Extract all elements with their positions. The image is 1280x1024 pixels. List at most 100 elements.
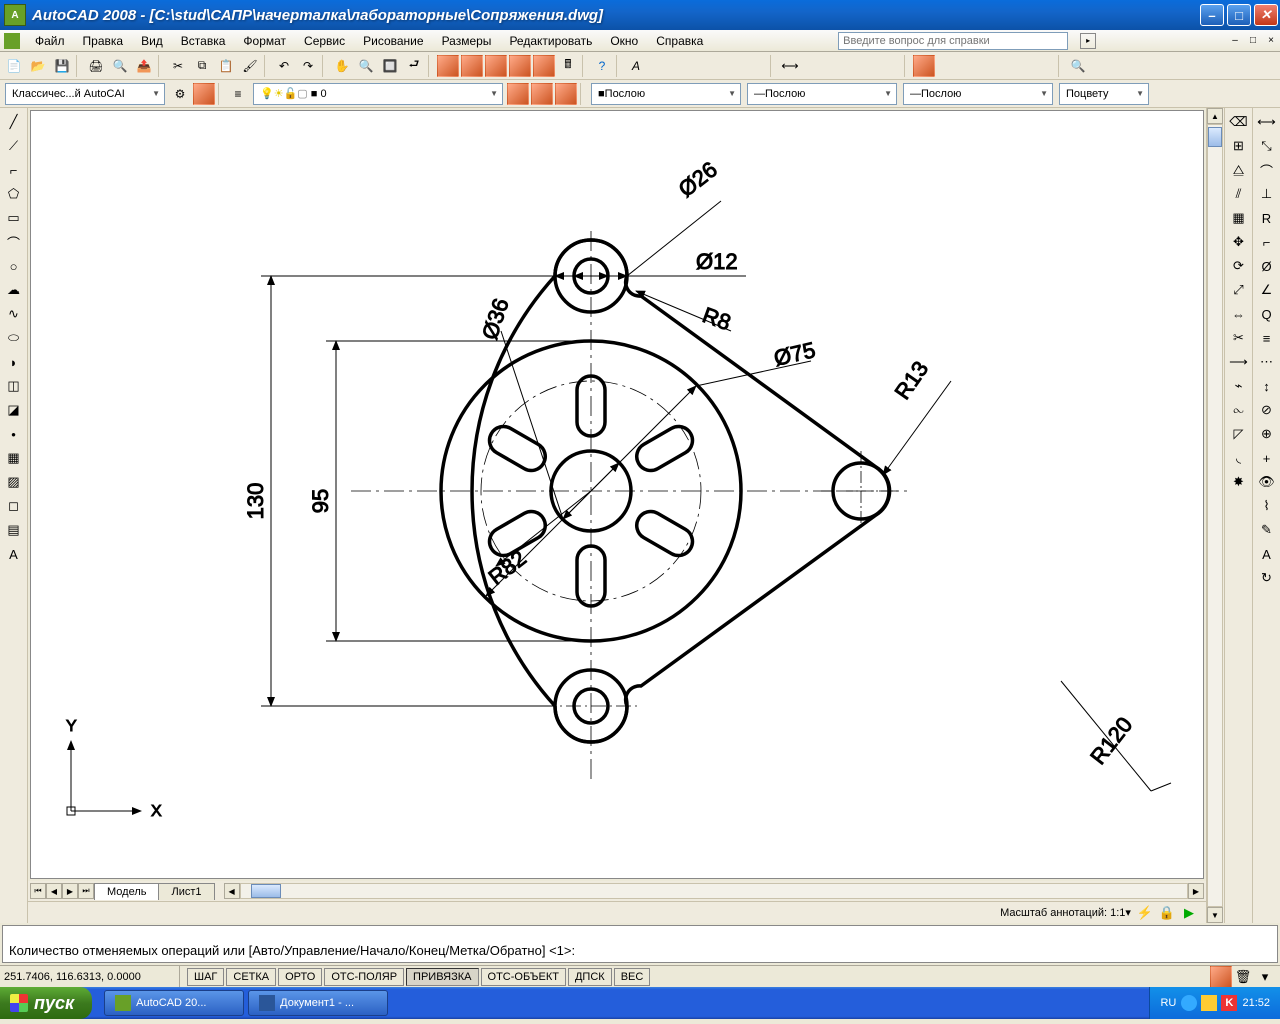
center-mark-icon[interactable]: + [1256,447,1278,469]
clock[interactable]: 21:52 [1242,997,1270,1009]
plotstyle-dropdown[interactable]: Поцвету▼ [1059,83,1149,105]
status-toggle-орто[interactable]: ОРТО [278,968,322,986]
pan-icon[interactable]: ✋ [331,55,353,77]
vscroll-down-icon[interactable]: ▼ [1207,907,1223,923]
erase-icon[interactable]: ⌫ [1228,111,1250,133]
command-line[interactable]: Количество отменяемых операций или [Авто… [2,925,1278,963]
print-icon[interactable]: 🖨 [85,55,107,77]
workspace-settings-icon[interactable]: ⚙ [169,83,191,105]
close-button[interactable]: ✕ [1254,4,1278,26]
doc-close-button[interactable]: × [1263,33,1279,49]
point-icon[interactable]: • [3,423,25,445]
revcloud-icon[interactable]: ☁ [3,279,25,301]
status-tray-icon[interactable] [1210,966,1232,988]
tolerance-icon[interactable]: ⊕ [1256,423,1278,445]
dim-break-icon[interactable]: ⊘ [1256,399,1278,421]
polygon-icon[interactable]: ⬠ [3,183,25,205]
doc-maximize-button[interactable]: □ [1245,33,1261,49]
start-button[interactable]: пуск [0,987,92,1019]
status-clean-icon[interactable]: 🗑 [1232,966,1254,988]
language-indicator[interactable]: RU [1160,997,1176,1009]
dim-baseline-icon[interactable]: ≡ [1256,327,1278,349]
coordinates-display[interactable]: 251.7406, 116.6313, 0.0000 [0,966,180,987]
minimize-button[interactable]: – [1200,4,1224,26]
publish-icon[interactable]: 📤 [133,55,155,77]
stretch-icon[interactable]: ⇔ [1228,303,1250,325]
dim-linear-icon[interactable]: ⟷ [1256,111,1278,133]
dim-continue-icon[interactable]: ⋯ [1256,351,1278,373]
extend-icon[interactable]: ⟶ [1228,351,1250,373]
new-icon[interactable]: 📄 [3,55,25,77]
anno-scale-value[interactable]: 1:1 [1110,907,1125,919]
status-toggle-вес[interactable]: ВЕС [614,968,651,986]
ellipse-icon[interactable]: ⬭ [3,327,25,349]
tab-model[interactable]: Модель [94,883,159,900]
paste-icon[interactable]: 📋 [215,55,237,77]
dim-space-icon[interactable]: ↕ [1256,375,1278,397]
rectangle-icon[interactable]: ▭ [3,207,25,229]
zoom-prev-icon[interactable]: ⮐ [403,55,425,77]
hscroll-thumb[interactable] [251,884,281,898]
explode-icon[interactable]: ✸ [1228,471,1250,493]
dim-quick-icon[interactable]: Q [1256,303,1278,325]
help-icon[interactable]: ? [591,55,613,77]
tab-sheet1[interactable]: Лист1 [158,883,214,900]
fillet-icon[interactable]: ◟ [1228,447,1250,469]
search-go-icon[interactable]: ▸ [1080,33,1096,49]
arc-icon[interactable]: ⌒ [3,231,25,253]
zoom-realtime-icon[interactable]: 🔍 [355,55,377,77]
dim-arc-icon[interactable]: ⌒ [1256,159,1278,181]
dim-diameter-icon[interactable]: Ø [1256,255,1278,277]
array-icon[interactable]: ▦ [1228,207,1250,229]
offset-icon[interactable]: ⫽ [1228,183,1250,205]
block-make-icon[interactable]: ◪ [3,399,25,421]
dim-tedit-icon[interactable]: A [1256,543,1278,565]
mtext-icon[interactable]: A [3,543,25,565]
copy-obj-icon[interactable]: ⊞ [1228,135,1250,157]
status-toggle-отс-объект[interactable]: ОТС-ОБЪЕКТ [481,968,566,986]
vscroll-thumb[interactable] [1208,127,1222,147]
dim-update-icon[interactable]: ↻ [1256,567,1278,589]
status-menu-icon[interactable]: ▾ [1254,966,1276,988]
menu-dimension[interactable]: Размеры [433,32,501,50]
tab-nav-last-icon[interactable]: ⏭ [78,883,94,899]
layer-iso-icon[interactable] [555,83,577,105]
cut-icon[interactable]: ✂ [167,55,189,77]
ellipse-arc-icon[interactable]: ◗ [3,351,25,373]
anno-visibility-icon[interactable]: ⚡ [1134,902,1156,924]
dim-ordinate-icon[interactable]: ⊥ [1256,183,1278,205]
drawing-canvas[interactable]: X Y [30,110,1204,879]
sheet-set-icon[interactable] [509,55,531,77]
redo-icon[interactable]: ↷ [297,55,319,77]
taskbar-item-autocad[interactable]: AutoCAD 20... [104,990,244,1016]
anno-auto-icon[interactable]: 🔒 [1156,902,1178,924]
layer-manager-icon[interactable]: ≡ [227,83,249,105]
lineweight-dropdown[interactable]: — Послою▼ [747,83,897,105]
menu-window[interactable]: Окно [601,32,647,50]
tray-icon-3[interactable]: K [1221,995,1237,1011]
design-center-icon[interactable] [461,55,483,77]
markup-icon[interactable] [533,55,555,77]
mirror-icon[interactable]: ⧋ [1228,159,1250,181]
menu-edit[interactable]: Правка [74,32,133,50]
menu-view[interactable]: Вид [132,32,172,50]
open-icon[interactable]: 📂 [27,55,49,77]
anno-sync-icon[interactable]: ▶ [1178,902,1200,924]
status-toggle-привязка[interactable]: ПРИВЯЗКА [406,968,478,986]
table-icon[interactable]: ▤ [3,519,25,541]
inspect-icon[interactable]: 👁 [1256,471,1278,493]
tray-icon-2[interactable] [1201,995,1217,1011]
xline-icon[interactable]: ⟋ [3,135,25,157]
dim-radius-icon[interactable]: R [1256,207,1278,229]
zoom-window-icon[interactable]: 🔲 [379,55,401,77]
polyline-icon[interactable]: ⌐ [3,159,25,181]
hscroll-right-icon[interactable]: ▶ [1188,883,1204,899]
break-icon[interactable]: ⌁ [1228,375,1250,397]
hscroll-track[interactable] [240,883,1188,899]
menu-insert[interactable]: Вставка [172,32,235,50]
text-style-icon[interactable]: A [625,55,647,77]
status-toggle-шаг[interactable]: ШАГ [187,968,224,986]
rotate-icon[interactable]: ⟳ [1228,255,1250,277]
hscroll-left-icon[interactable]: ◀ [224,883,240,899]
menu-tools[interactable]: Сервис [295,32,354,50]
